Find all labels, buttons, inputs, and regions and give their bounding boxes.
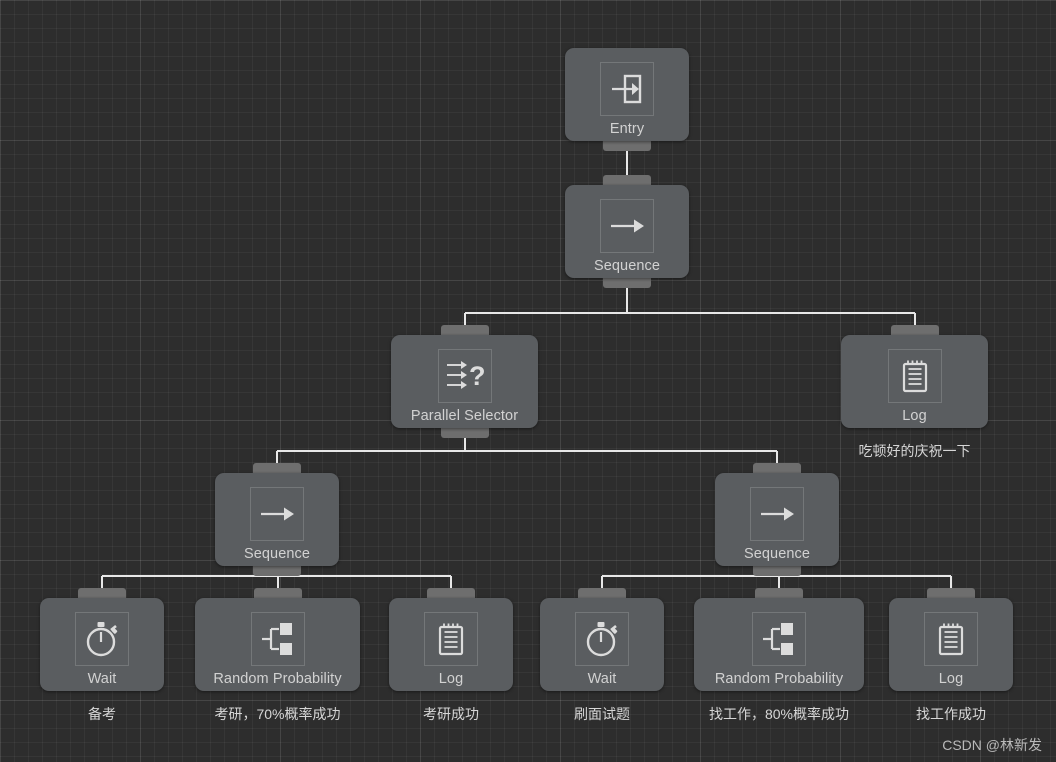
node-sequence-study[interactable]: Sequence	[215, 463, 339, 576]
node-title: Random Probability	[714, 671, 844, 687]
node-wait-prepare[interactable]: Wait	[40, 588, 164, 691]
sequence-arrow-right-icon	[250, 487, 304, 541]
node-body[interactable]: ? Parallel Selector	[391, 335, 538, 428]
node-title: Random Probability	[213, 671, 342, 687]
node-caption-random-job: 找工作，80%概率成功	[708, 706, 850, 722]
wait-stopwatch-icon	[575, 612, 629, 666]
log-notepad-icon	[887, 349, 942, 403]
node-body[interactable]: Random Probability	[195, 598, 360, 691]
entry-arrow-into-box-icon	[600, 62, 654, 116]
node-title: Log	[938, 671, 964, 687]
node-entry[interactable]: Entry	[565, 48, 689, 151]
svg-text:?: ?	[469, 361, 484, 391]
node-caption-wait-prepare: 备考	[88, 706, 116, 722]
node-caption-log-exam-success: 考研成功	[423, 706, 479, 722]
behavior-tree-canvas[interactable]: Entry Sequence? Parallel Selector Log 吃顿好的庆祝…	[0, 0, 1056, 762]
node-title: Entry	[609, 121, 645, 137]
node-log-celebrate[interactable]: Log	[841, 325, 988, 428]
parallel-selector-arrows-question-icon: ?	[437, 349, 492, 403]
node-caption-log-job-success: 找工作成功	[916, 706, 986, 722]
sequence-arrow-right-icon	[750, 487, 804, 541]
node-sequence-root[interactable]: Sequence	[565, 175, 689, 288]
node-body[interactable]: Sequence	[215, 473, 339, 566]
node-body[interactable]: Sequence	[565, 185, 689, 278]
node-caption-wait-interview: 刷面试题	[574, 706, 630, 722]
node-body[interactable]: Wait	[540, 598, 664, 691]
node-parallel-selector[interactable]: ? Parallel Selector	[391, 325, 538, 438]
node-log-exam-success[interactable]: Log	[389, 588, 513, 691]
log-notepad-icon	[924, 612, 978, 666]
node-title: Parallel Selector	[410, 408, 519, 424]
node-title: Sequence	[743, 546, 811, 562]
wait-stopwatch-icon	[75, 612, 129, 666]
node-title: Log	[902, 408, 927, 424]
node-body[interactable]: Log	[889, 598, 1013, 691]
node-body[interactable]: Log	[841, 335, 988, 428]
watermark: CSDN @林新发	[942, 737, 1042, 753]
node-title: Sequence	[243, 546, 311, 562]
node-body[interactable]: Log	[389, 598, 513, 691]
log-notepad-icon	[424, 612, 478, 666]
node-title: Sequence	[593, 258, 661, 274]
random-probability-branch-icon	[250, 612, 305, 666]
node-body[interactable]: Sequence	[715, 473, 839, 566]
node-caption-log-celebrate: 吃顿好的庆祝一下	[858, 443, 971, 459]
node-body[interactable]: Entry	[565, 48, 689, 141]
sequence-arrow-right-icon	[600, 199, 654, 253]
node-caption-random-exam: 考研，70%概率成功	[214, 706, 341, 722]
node-body[interactable]: Random Probability	[694, 598, 864, 691]
node-title: Wait	[587, 671, 617, 687]
node-title: Wait	[87, 671, 117, 687]
node-wait-interview[interactable]: Wait	[540, 588, 664, 691]
node-title: Log	[438, 671, 464, 687]
node-log-job-success[interactable]: Log	[889, 588, 1013, 691]
node-body[interactable]: Wait	[40, 598, 164, 691]
random-probability-branch-icon	[752, 612, 806, 666]
node-sequence-job[interactable]: Sequence	[715, 463, 839, 576]
node-random-exam[interactable]: Random Probability	[195, 588, 360, 691]
node-random-job[interactable]: Random Probability	[694, 588, 864, 691]
